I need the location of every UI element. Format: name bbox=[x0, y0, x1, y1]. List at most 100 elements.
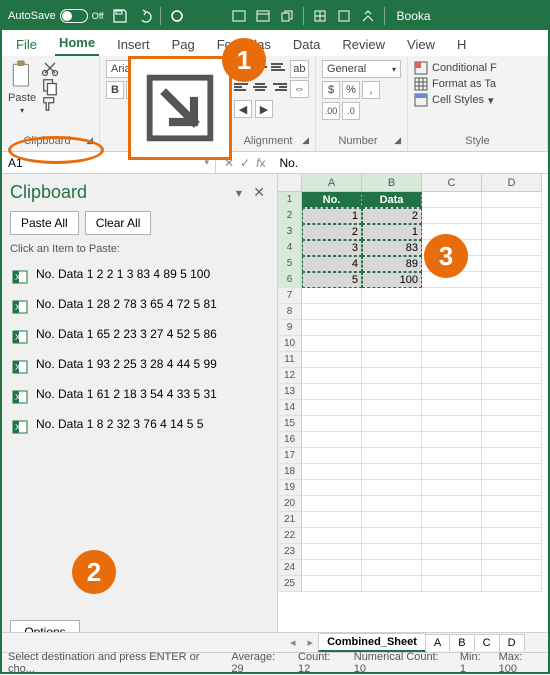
cell[interactable] bbox=[302, 512, 362, 528]
clipboard-item[interactable]: XNo. Data 1 28 2 78 3 65 4 72 5 81 bbox=[10, 291, 269, 321]
decrease-decimal-button[interactable]: .0 bbox=[342, 102, 360, 120]
cell[interactable] bbox=[482, 224, 542, 240]
cell[interactable] bbox=[422, 288, 482, 304]
cell[interactable] bbox=[482, 256, 542, 272]
row-header[interactable]: 5 bbox=[278, 256, 302, 272]
sheet-tab[interactable]: C bbox=[474, 634, 500, 651]
qat-icon-5[interactable] bbox=[336, 8, 352, 24]
formula-input[interactable]: No. bbox=[273, 156, 548, 170]
cell[interactable] bbox=[482, 416, 542, 432]
cell[interactable] bbox=[302, 448, 362, 464]
select-all-corner[interactable] bbox=[278, 174, 302, 192]
cell[interactable] bbox=[362, 352, 422, 368]
paste-button[interactable]: Paste ▾ bbox=[8, 60, 36, 115]
copy-icon[interactable] bbox=[40, 78, 60, 94]
sheet-tab[interactable]: B bbox=[449, 634, 474, 651]
cell[interactable] bbox=[482, 400, 542, 416]
cell[interactable] bbox=[482, 352, 542, 368]
row-header[interactable]: 6 bbox=[278, 272, 302, 288]
sheet-tab[interactable]: D bbox=[499, 634, 525, 651]
cell[interactable] bbox=[422, 560, 482, 576]
cell[interactable] bbox=[362, 496, 422, 512]
cell[interactable] bbox=[422, 336, 482, 352]
align-bottom-icon[interactable] bbox=[271, 60, 287, 74]
cell[interactable] bbox=[422, 400, 482, 416]
increase-indent-icon[interactable]: ▶ bbox=[255, 100, 273, 118]
qat-icon-3[interactable] bbox=[279, 8, 295, 24]
qat-icon-2[interactable] bbox=[255, 8, 271, 24]
number-launcher-icon[interactable]: ◢ bbox=[394, 135, 401, 146]
row-header[interactable]: 17 bbox=[278, 448, 302, 464]
tab-file[interactable]: File bbox=[12, 35, 41, 56]
row-header[interactable]: 11 bbox=[278, 352, 302, 368]
column-header[interactable]: D bbox=[482, 174, 542, 192]
qat-icon-4[interactable] bbox=[312, 8, 328, 24]
qat-icon-1[interactable] bbox=[231, 8, 247, 24]
row-header[interactable]: 23 bbox=[278, 544, 302, 560]
row-header[interactable]: 25 bbox=[278, 576, 302, 592]
cell[interactable] bbox=[422, 544, 482, 560]
cell[interactable] bbox=[422, 352, 482, 368]
cell[interactable] bbox=[302, 288, 362, 304]
cell[interactable] bbox=[302, 432, 362, 448]
row-header[interactable]: 14 bbox=[278, 400, 302, 416]
cell[interactable] bbox=[422, 528, 482, 544]
cell[interactable] bbox=[302, 400, 362, 416]
cell[interactable] bbox=[422, 384, 482, 400]
cell[interactable] bbox=[422, 416, 482, 432]
cell[interactable] bbox=[302, 352, 362, 368]
column-header[interactable]: C bbox=[422, 174, 482, 192]
tab-view[interactable]: View bbox=[403, 35, 439, 56]
cut-icon[interactable] bbox=[40, 60, 60, 76]
cell[interactable] bbox=[482, 304, 542, 320]
row-header[interactable]: 24 bbox=[278, 560, 302, 576]
row-header[interactable]: 20 bbox=[278, 496, 302, 512]
cell[interactable]: 2 bbox=[302, 224, 362, 240]
cell[interactable] bbox=[362, 368, 422, 384]
cell[interactable]: 100 bbox=[362, 272, 422, 288]
cell[interactable] bbox=[422, 432, 482, 448]
row-header[interactable]: 16 bbox=[278, 432, 302, 448]
cell[interactable] bbox=[302, 560, 362, 576]
row-header[interactable]: 7 bbox=[278, 288, 302, 304]
cell[interactable]: 83 bbox=[362, 240, 422, 256]
align-right-icon[interactable] bbox=[271, 80, 287, 94]
cell[interactable] bbox=[422, 192, 482, 208]
cell[interactable]: 2 bbox=[362, 208, 422, 224]
cell[interactable] bbox=[422, 320, 482, 336]
cell[interactable]: 5 bbox=[302, 272, 362, 288]
row-header[interactable]: 4 bbox=[278, 240, 302, 256]
alignment-launcher-icon[interactable]: ◢ bbox=[302, 135, 309, 146]
cell[interactable] bbox=[302, 304, 362, 320]
number-format-select[interactable]: General▾ bbox=[322, 60, 401, 78]
cell[interactable] bbox=[422, 464, 482, 480]
tab-home[interactable]: Home bbox=[55, 33, 99, 56]
comma-button[interactable]: , bbox=[362, 81, 380, 99]
cell[interactable] bbox=[302, 368, 362, 384]
cell[interactable] bbox=[362, 512, 422, 528]
cell[interactable] bbox=[302, 528, 362, 544]
row-header[interactable]: 15 bbox=[278, 416, 302, 432]
cell[interactable] bbox=[362, 416, 422, 432]
cell[interactable]: 4 bbox=[302, 256, 362, 272]
tab-data[interactable]: Data bbox=[289, 35, 324, 56]
cell[interactable] bbox=[482, 544, 542, 560]
cell[interactable] bbox=[422, 304, 482, 320]
cell[interactable]: 89 bbox=[362, 256, 422, 272]
cell[interactable] bbox=[482, 496, 542, 512]
sheet-tab-active[interactable]: Combined_Sheet bbox=[318, 633, 426, 652]
cell[interactable] bbox=[362, 480, 422, 496]
column-header[interactable]: A bbox=[302, 174, 362, 192]
cell[interactable] bbox=[302, 320, 362, 336]
cell[interactable] bbox=[302, 384, 362, 400]
cell[interactable] bbox=[422, 512, 482, 528]
fx-icon[interactable]: fx bbox=[256, 156, 265, 170]
cell[interactable] bbox=[422, 496, 482, 512]
save-icon[interactable] bbox=[112, 8, 128, 24]
cell[interactable] bbox=[482, 480, 542, 496]
clipboard-launcher-icon[interactable]: ◢ bbox=[86, 135, 93, 146]
cell[interactable] bbox=[482, 320, 542, 336]
cell[interactable] bbox=[482, 240, 542, 256]
cell[interactable]: 3 bbox=[302, 240, 362, 256]
cell[interactable] bbox=[302, 496, 362, 512]
